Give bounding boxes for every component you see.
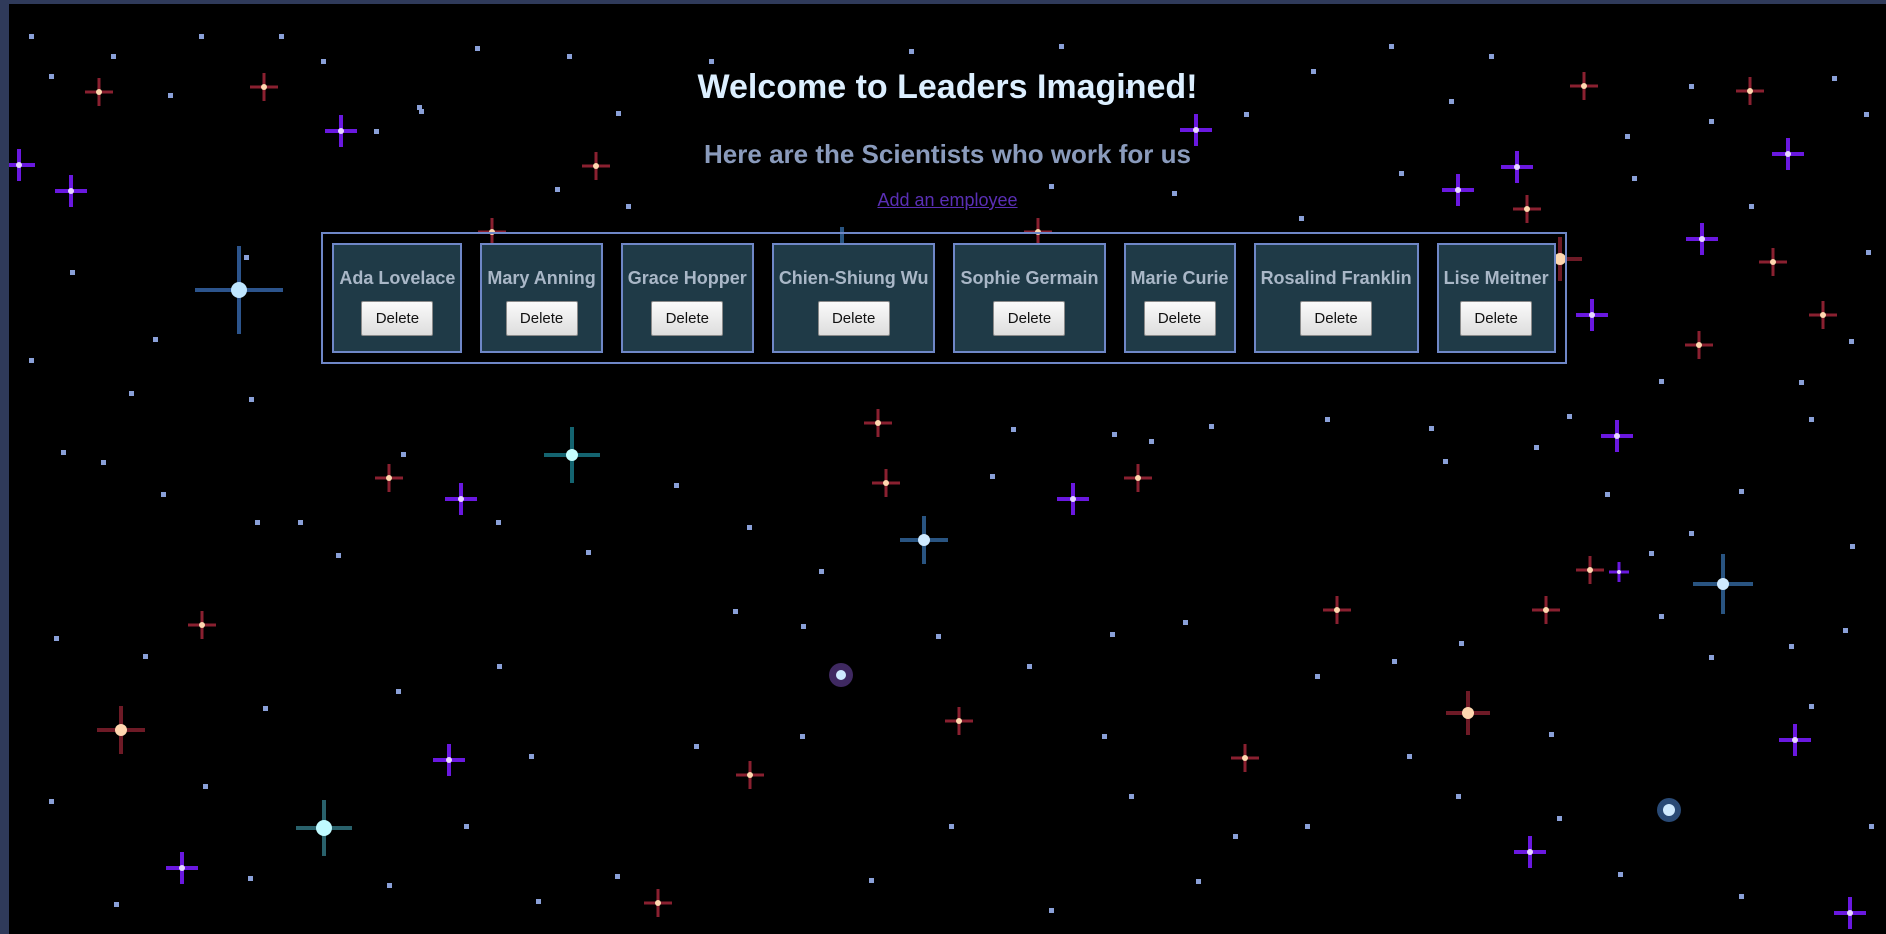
delete-button[interactable]: Delete: [1300, 301, 1373, 336]
employee-card: Grace Hopper Delete: [620, 243, 754, 353]
delete-button[interactable]: Delete: [1460, 301, 1533, 336]
employee-card: Rosalind Franklin Delete: [1253, 243, 1419, 353]
employee-card: Ada Lovelace Delete: [332, 243, 463, 353]
add-employee-link[interactable]: Add an employee: [877, 188, 1017, 212]
employee-name: Grace Hopper: [627, 268, 747, 288]
page: Welcome to Leaders Imagined! Here are th…: [0, 0, 1886, 934]
employee-name: Rosalind Franklin: [1260, 268, 1412, 288]
employee-card: Chien-Shiung Wu Delete: [771, 243, 936, 353]
delete-button[interactable]: Delete: [1143, 301, 1216, 336]
employee-card: Marie Curie Delete: [1123, 243, 1236, 353]
employee-name: Ada Lovelace: [339, 268, 456, 288]
delete-button[interactable]: Delete: [817, 301, 890, 336]
page-subtitle: Here are the Scientists who work for us: [704, 139, 1191, 169]
page-title: Welcome to Leaders Imagined!: [697, 68, 1198, 106]
employee-name: Chien-Shiung Wu: [778, 268, 929, 288]
employee-name: Mary Anning: [487, 268, 596, 288]
employee-name: Lise Meitner: [1443, 268, 1549, 288]
employee-card: Lise Meitner Delete: [1436, 243, 1556, 353]
employee-card: Mary Anning Delete: [480, 243, 603, 353]
employee-name: Sophie Germain: [960, 268, 1099, 288]
employee-cards-container: Ada Lovelace Delete Mary Anning Delete G…: [321, 232, 1567, 364]
employee-name: Marie Curie: [1130, 268, 1229, 288]
main-content: Welcome to Leaders Imagined! Here are th…: [9, 4, 1886, 364]
delete-button[interactable]: Delete: [505, 301, 578, 336]
delete-button[interactable]: Delete: [993, 301, 1066, 336]
delete-button[interactable]: Delete: [361, 301, 434, 336]
employee-card: Sophie Germain Delete: [953, 243, 1106, 353]
delete-button[interactable]: Delete: [651, 301, 724, 336]
